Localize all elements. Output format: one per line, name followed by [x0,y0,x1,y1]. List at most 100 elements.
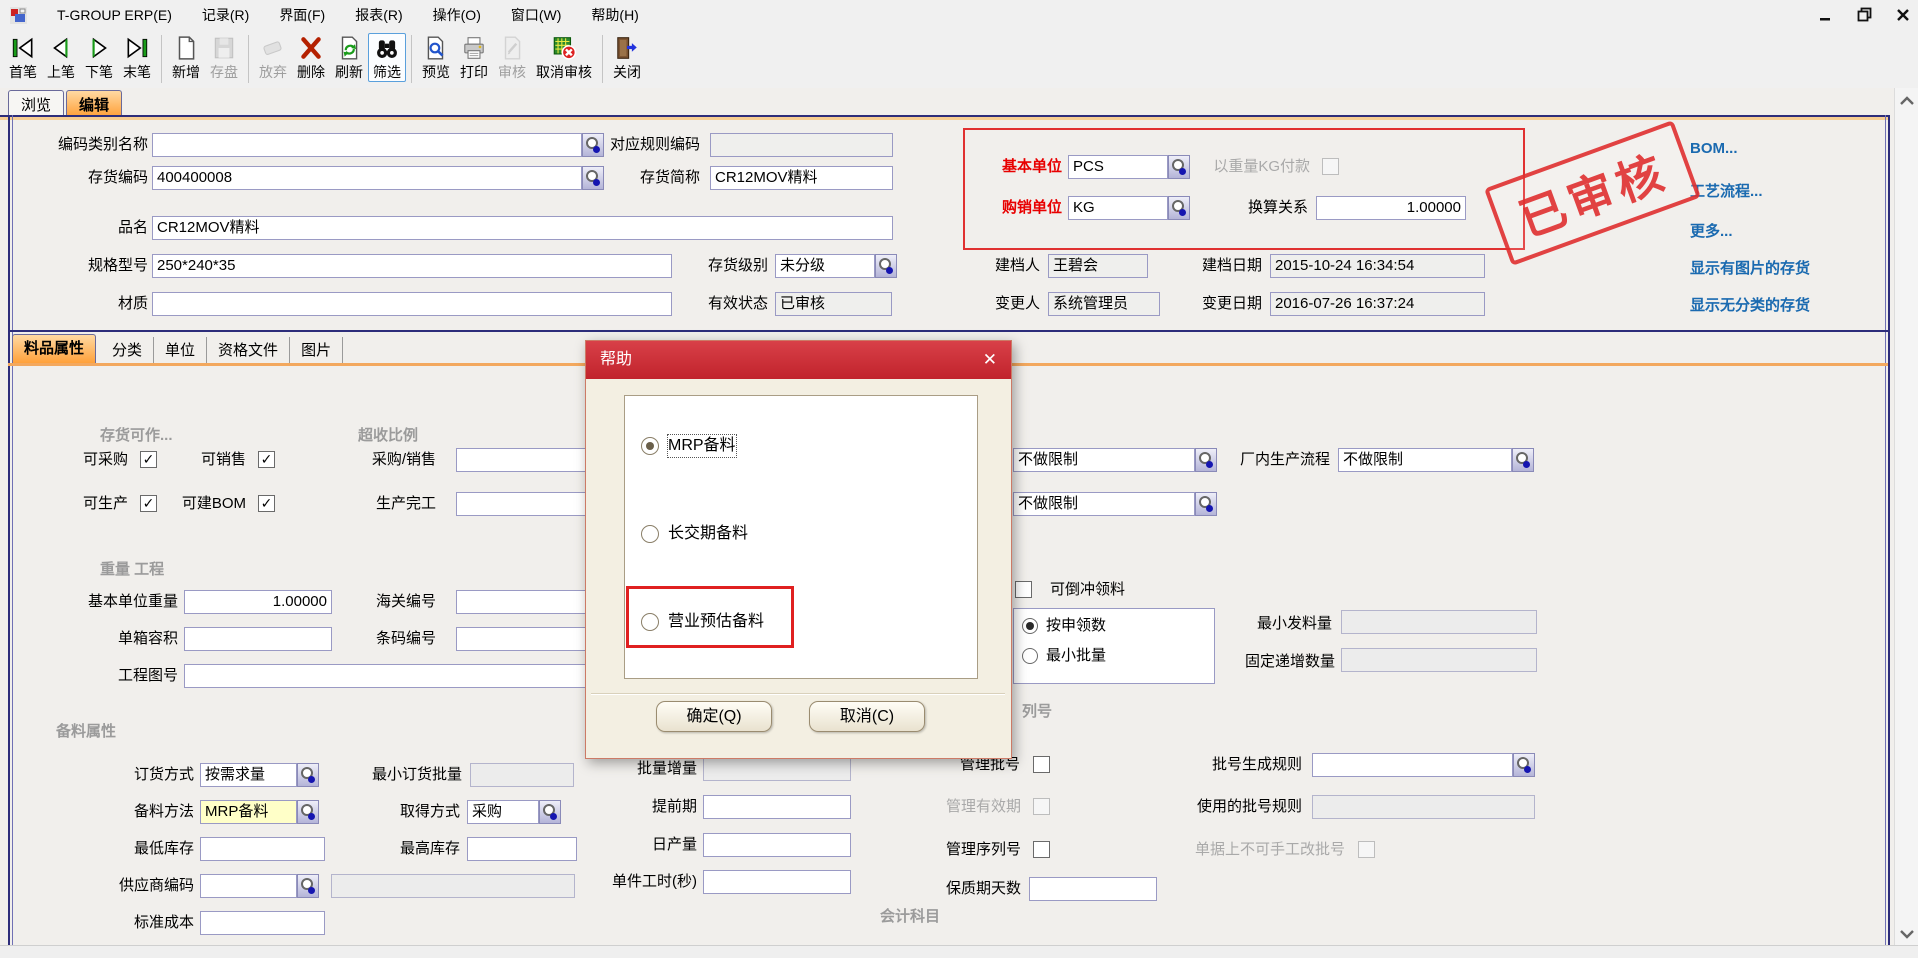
link-process-flow[interactable]: 工艺流程... [1690,180,1763,201]
stock-method-input[interactable]: MRP备料 [200,800,297,824]
option-mrp-label[interactable]: MRP备料 [668,435,736,457]
help-dialog-titlebar[interactable]: 帮助 ✕ [586,341,1011,379]
toolbar-last-record[interactable]: 末笔 [118,33,156,82]
toolbar-refresh[interactable]: 刷新 [330,33,368,82]
purchasable-checkbox[interactable] [140,451,157,468]
toolbar-new[interactable]: 新增 [167,33,205,82]
menu-item-records[interactable]: 记录(R) [202,5,249,25]
batch-rule-input[interactable] [1312,753,1513,777]
restriction-input-1[interactable]: 不做限制 [1013,448,1195,472]
order-mode-input[interactable]: 按需求量 [200,763,297,787]
tab-browse[interactable]: 浏览 [8,90,64,118]
spec-input[interactable]: 250*240*35 [152,254,672,278]
menu-item-help[interactable]: 帮助(H) [591,5,638,25]
audit-icon [499,35,525,64]
lookup-icon[interactable] [1513,753,1535,777]
manage-serial-checkbox[interactable] [1033,841,1050,858]
toolbar-first-record[interactable]: 首笔 [4,33,42,82]
toolbar-next-record[interactable]: 下笔 [80,33,118,82]
toolbar-print[interactable]: 打印 [455,33,493,82]
tab-qualification-files[interactable]: 资格文件 [207,337,290,365]
option-mrp-radio[interactable] [641,437,659,455]
toolbar-prev-record[interactable]: 上笔 [42,33,80,82]
link-show-uncategorized[interactable]: 显示无分类的存货 [1690,294,1810,315]
lookup-icon[interactable] [1512,448,1534,472]
lookup-icon[interactable] [1195,492,1217,516]
item-abbr-input[interactable]: CR12MOV精料 [710,166,893,190]
tab-category[interactable]: 分类 [101,337,154,365]
cancel-button[interactable]: 取消(C) [809,701,925,732]
item-code-input[interactable]: 400400008 [152,166,582,190]
rule-code-label: 对应规则编码 [600,133,700,157]
item-name-input[interactable]: CR12MOV精料 [152,216,893,240]
lookup-icon[interactable] [297,763,319,787]
issue-min-batch-label: 最小批量 [1046,644,1186,668]
unit-time-input[interactable] [703,870,851,894]
item-level-input[interactable]: 未分级 [775,254,875,278]
lookup-icon[interactable] [875,254,897,278]
rule-code-input[interactable] [710,133,893,157]
sellable-checkbox[interactable] [258,451,275,468]
link-bom[interactable]: BOM... [1690,140,1738,157]
factory-flow-input[interactable]: 不做限制 [1338,448,1512,472]
min-issue-input[interactable] [1341,610,1537,634]
supplier-input[interactable] [200,874,297,898]
manage-serial-label: 管理序列号 [927,838,1021,862]
tab-unit[interactable]: 单位 [154,337,207,365]
option-long-lead-label[interactable]: 长交期备料 [668,523,748,545]
lead-time-label: 提前期 [600,795,697,819]
close-window-icon[interactable] [1896,8,1910,25]
lookup-icon[interactable] [1195,448,1217,472]
max-stock-input[interactable] [467,837,577,861]
acquire-input[interactable]: 采购 [467,800,539,824]
box-volume-input[interactable] [184,627,332,651]
backflush-checkbox[interactable] [1015,581,1032,598]
menu-item-window[interactable]: 窗口(W) [511,5,562,25]
link-show-with-images[interactable]: 显示有图片的存货 [1690,257,1810,278]
issue-by-request-radio[interactable] [1022,618,1038,634]
tab-images[interactable]: 图片 [290,337,343,365]
toolbar-preview[interactable]: 预览 [417,33,455,82]
toolbar-cancel-audit[interactable]: 取消审核 [531,33,597,82]
toolbar-filter[interactable]: 筛选 [368,33,406,82]
manage-batch-checkbox[interactable] [1033,756,1050,773]
lead-time-input[interactable] [703,795,851,819]
lookup-icon[interactable] [297,800,319,824]
base-weight-input[interactable]: 1.00000 [184,590,332,614]
menu-item-interface[interactable]: 界面(F) [279,5,325,25]
issue-min-batch-radio[interactable] [1022,648,1038,664]
menu-item-operations[interactable]: 操作(O) [433,5,481,25]
bom-allowed-checkbox[interactable] [258,495,275,512]
material-input[interactable] [152,292,672,316]
used-rule-input [1312,795,1535,819]
code-category-input[interactable] [152,133,582,157]
menu-item-tgroup-erp[interactable]: T-GROUP ERP(E) [57,7,172,23]
daily-output-label: 日产量 [600,833,697,857]
tab-edit[interactable]: 编辑 [66,90,122,118]
toolbar-delete[interactable]: 删除 [292,33,330,82]
scroll-up-icon[interactable] [1899,94,1915,106]
minimize-icon[interactable] [1819,8,1833,25]
lookup-icon[interactable] [539,800,561,824]
restriction-input-2[interactable]: 不做限制 [1013,492,1195,516]
daily-output-input[interactable] [703,833,851,857]
supplier-name-value [331,874,575,898]
std-cost-input[interactable] [200,911,325,935]
restore-icon[interactable] [1857,7,1872,25]
producible-checkbox[interactable] [140,495,157,512]
tab-item-attributes[interactable]: 料品属性 [12,334,96,365]
scroll-down-icon[interactable] [1899,927,1915,939]
lookup-icon[interactable] [297,874,319,898]
toolbar-close[interactable]: 关闭 [608,33,646,82]
close-icon[interactable]: ✕ [983,341,997,379]
fixed-inc-input[interactable] [1341,648,1537,672]
ok-button[interactable]: 确定(Q) [656,701,772,732]
shelf-days-input[interactable] [1029,877,1157,901]
link-more[interactable]: 更多... [1690,220,1733,241]
vertical-scrollbar[interactable] [1894,88,1918,945]
eraser-icon [260,35,286,64]
menu-item-reports[interactable]: 报表(R) [355,5,402,25]
option-long-lead-radio[interactable] [641,525,659,543]
min-stock-input[interactable] [200,837,325,861]
fixed-inc-label: 固定递增数量 [1223,650,1335,674]
